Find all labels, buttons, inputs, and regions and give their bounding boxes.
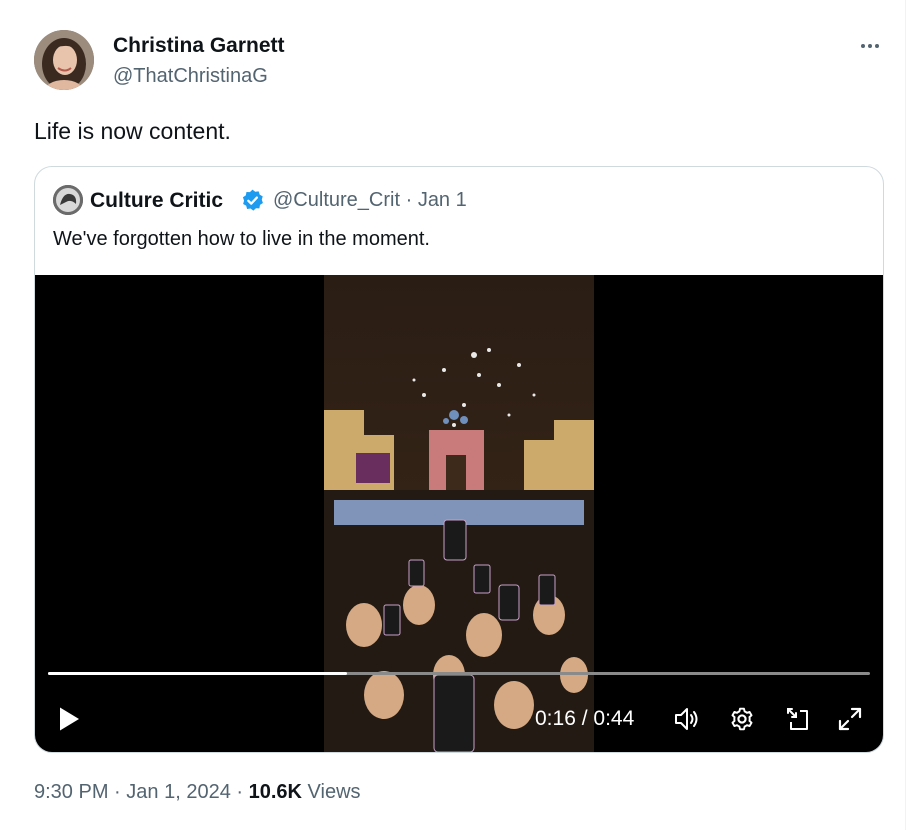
volume-button[interactable] xyxy=(671,703,705,735)
volume-icon xyxy=(675,708,698,730)
play-icon xyxy=(60,707,79,731)
video-player[interactable]: 0:16 / 0:44 xyxy=(35,275,883,752)
video-time-readout: 0:16 / 0:44 xyxy=(535,704,634,734)
video-progress-fill xyxy=(48,672,348,675)
video-current-time: 0:16 xyxy=(535,707,576,730)
views-count[interactable]: 10.6K xyxy=(249,781,302,803)
tweet-date[interactable]: Jan 1, 2024 xyxy=(126,781,231,803)
settings-icon xyxy=(731,707,753,731)
more-icon xyxy=(861,44,879,48)
settings-button[interactable] xyxy=(725,703,759,735)
author-avatar-image xyxy=(34,30,94,90)
picture-in-picture-button[interactable] xyxy=(781,703,815,735)
video-time-separator: / xyxy=(581,707,588,730)
video-thumbnail xyxy=(324,275,594,752)
meta-separator: · xyxy=(405,189,413,211)
timeline-divider xyxy=(905,0,906,830)
meta-separator: · xyxy=(236,781,244,803)
quoted-author-name[interactable]: Culture Critic xyxy=(90,187,223,214)
tweet-time[interactable]: 9:30 PM xyxy=(34,781,108,803)
tweet-metadata: 9:30 PM · Jan 1, 2024 · 10.6K Views xyxy=(34,779,361,805)
more-options-button[interactable] xyxy=(852,28,888,64)
quoted-author-avatar-image xyxy=(53,185,83,215)
quoted-tweet-card[interactable]: Culture Critic @Culture_Crit · Jan 1 We'… xyxy=(34,166,884,753)
picture-in-picture-icon xyxy=(787,708,808,730)
quoted-tweet-text: We've forgotten how to live in the momen… xyxy=(53,228,430,250)
play-button[interactable] xyxy=(53,703,85,735)
quoted-author-avatar[interactable] xyxy=(53,185,83,215)
quoted-tweet-date[interactable]: Jan 1 xyxy=(418,189,467,211)
author-name[interactable]: Christina Garnett xyxy=(113,33,285,59)
author-handle[interactable]: @ThatChristinaG xyxy=(113,63,268,89)
verified-badge-icon xyxy=(242,189,263,211)
quoted-author-handle[interactable]: @Culture_Crit xyxy=(273,189,400,211)
tweet-text: Life is now content. xyxy=(34,118,231,144)
author-avatar[interactable] xyxy=(34,30,94,90)
quoted-author-meta: @Culture_Crit · Jan 1 xyxy=(273,187,467,214)
fullscreen-icon xyxy=(838,707,862,731)
video-progress-bar[interactable] xyxy=(48,672,870,675)
views-label: Views xyxy=(307,781,361,803)
meta-separator: · xyxy=(114,781,121,803)
video-frame[interactable] xyxy=(324,275,594,752)
video-duration: 0:44 xyxy=(593,707,635,730)
fullscreen-button[interactable] xyxy=(833,703,867,735)
